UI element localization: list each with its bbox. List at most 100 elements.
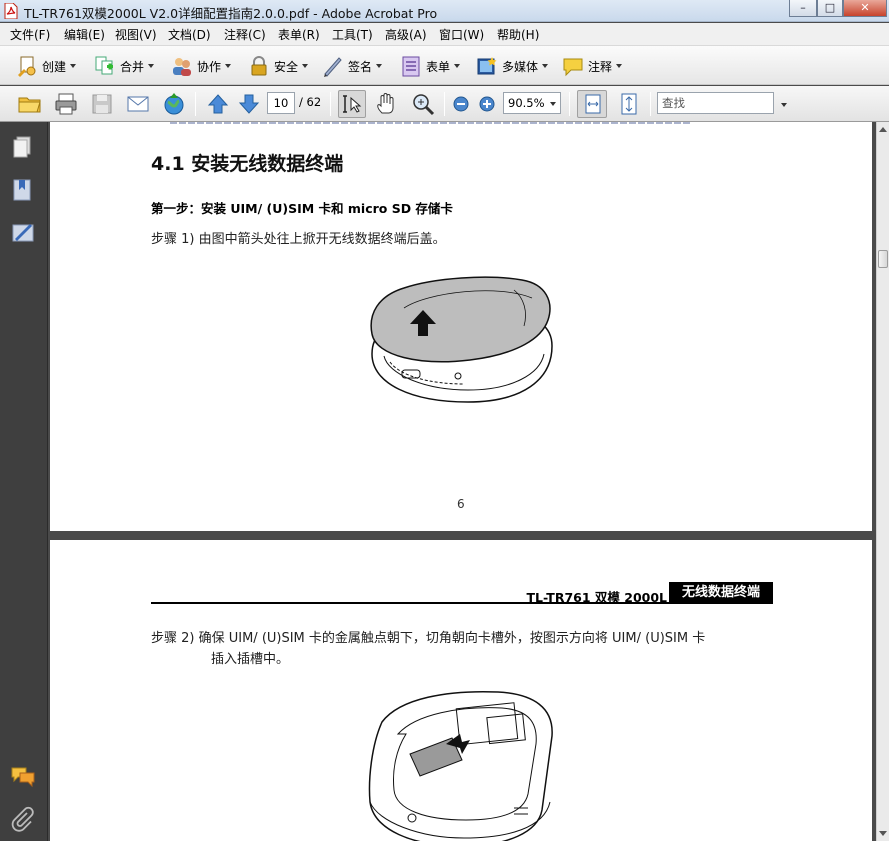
print-icon[interactable] xyxy=(53,91,79,117)
chevron-down-icon xyxy=(225,64,232,68)
find-input[interactable]: 查找 xyxy=(657,92,774,114)
close-button[interactable]: ✕ xyxy=(843,0,887,17)
web-icon[interactable] xyxy=(161,91,187,117)
chevron-down-icon xyxy=(148,64,155,68)
forms-icon xyxy=(402,56,420,77)
chevron-down-icon xyxy=(550,102,556,106)
minimize-button[interactable]: – xyxy=(789,0,817,17)
signatures-panel-icon[interactable] xyxy=(10,220,36,246)
task-toolbar: 创建 合并 协作 安全 签名 表单 多媒体 注释 xyxy=(0,45,889,85)
email-icon[interactable] xyxy=(125,91,151,117)
menu-file[interactable]: 文件(F) xyxy=(10,26,50,43)
page-down-icon[interactable] xyxy=(236,91,262,117)
zoom-level-select[interactable]: 90.5% xyxy=(503,92,561,114)
menu-tools[interactable]: 工具(T) xyxy=(332,26,373,43)
chevron-down-icon xyxy=(70,64,77,68)
create-label: 创建 xyxy=(42,59,67,74)
collaborate-button[interactable]: 协作 xyxy=(171,52,232,80)
combine-button[interactable]: 合并 xyxy=(94,52,155,80)
window-title: TL-TR761双模2000L V2.0详细配置指南2.0.0.pdf - Ad… xyxy=(24,6,438,21)
fit-page-icon[interactable] xyxy=(616,91,642,117)
chevron-down-icon xyxy=(302,64,309,68)
hand-tool-icon[interactable] xyxy=(374,91,400,117)
secure-button[interactable]: 安全 xyxy=(248,52,309,80)
chevron-down-icon xyxy=(454,64,461,68)
menu-bar: 文件(F) 编辑(E) 视图(V) 文档(D) 注释(C) 表单(R) 工具(T… xyxy=(0,23,889,45)
menu-view[interactable]: 视图(V) xyxy=(115,26,157,43)
multimedia-button[interactable]: 多媒体 xyxy=(476,52,549,80)
secure-lock-icon xyxy=(251,56,267,76)
vertical-scrollbar[interactable] xyxy=(876,122,889,841)
menu-advanced[interactable]: 高级(A) xyxy=(385,26,427,43)
device-cover-illustration xyxy=(370,276,553,403)
navigation-toolbar: 10 / 62 90.5% 查找 xyxy=(0,86,889,122)
toolbar-separator xyxy=(195,92,196,116)
multimedia-icon xyxy=(477,57,497,75)
zoom-level-value: 90.5% xyxy=(508,96,545,110)
page-up-icon[interactable] xyxy=(205,91,231,117)
secure-label: 安全 xyxy=(274,59,299,74)
menu-forms[interactable]: 表单(R) xyxy=(278,26,320,43)
restore-icon: □ xyxy=(824,1,836,14)
scrollbar-thumb[interactable] xyxy=(878,250,888,268)
find-options-chevron-icon[interactable] xyxy=(781,103,787,107)
pdf-page-7: TL-TR761 双模 2000L 无线数据终端 步骤 2) 确保 UIM/ (… xyxy=(50,540,872,841)
attachments-panel-icon[interactable] xyxy=(10,806,36,832)
window-title-bar: TL-TR761双模2000L V2.0详细配置指南2.0.0.pdf - Ad… xyxy=(0,0,889,22)
header-rule xyxy=(151,602,773,604)
page-count: / 62 xyxy=(299,95,322,109)
collaborate-icon xyxy=(173,58,191,76)
header-section-tag: 无线数据终端 xyxy=(669,582,773,604)
sign-button[interactable]: 签名 xyxy=(322,52,383,80)
menu-window[interactable]: 窗口(W) xyxy=(439,26,484,43)
toolbar-separator xyxy=(444,92,445,116)
marquee-zoom-icon[interactable] xyxy=(410,91,436,117)
page-number-input[interactable]: 10 xyxy=(267,92,295,114)
navigation-panel xyxy=(0,122,48,841)
toolbar-separator xyxy=(569,92,570,116)
sim-insert-illustration xyxy=(368,690,553,841)
multimedia-label: 多媒体 xyxy=(502,59,539,74)
comment-button[interactable]: 注释 xyxy=(562,52,623,80)
comment-icon xyxy=(563,58,583,77)
toolbar-separator xyxy=(650,92,651,116)
section-heading: 4.1 安装无线数据终端 xyxy=(151,153,344,175)
save-icon[interactable] xyxy=(89,91,115,117)
bookmarks-panel-icon[interactable] xyxy=(10,177,36,203)
minimize-icon: – xyxy=(800,1,806,14)
menu-document[interactable]: 文档(D) xyxy=(168,26,211,43)
select-text-icon xyxy=(343,95,362,113)
forms-button[interactable]: 表单 xyxy=(400,52,461,80)
step-1-text: 步骤 1) 由图中箭头处往上掀开无线数据终端后盖。 xyxy=(151,232,446,247)
combine-icon xyxy=(95,56,113,75)
pages-panel-icon[interactable] xyxy=(10,134,36,160)
toolbar-separator xyxy=(330,92,331,116)
scroll-up-arrow-icon[interactable] xyxy=(879,127,887,132)
create-button[interactable]: 创建 xyxy=(16,52,77,80)
create-icon xyxy=(18,56,36,77)
step-title: 第一步：安装 UIM/ (U)SIM 卡和 micro SD 存储卡 xyxy=(151,201,453,216)
page-number: 6 xyxy=(457,497,465,511)
close-icon: ✕ xyxy=(860,1,870,14)
chevron-down-icon xyxy=(616,64,623,68)
menu-help[interactable]: 帮助(H) xyxy=(497,26,539,43)
menu-edit[interactable]: 编辑(E) xyxy=(64,26,105,43)
collaborate-label: 协作 xyxy=(197,59,222,74)
step-2-text-line-2: 插入插槽中。 xyxy=(211,652,290,667)
pdf-file-icon xyxy=(4,3,18,19)
scroll-down-arrow-icon[interactable] xyxy=(879,831,887,836)
zoom-out-icon[interactable] xyxy=(453,96,469,112)
document-view[interactable]: 4.1 安装无线数据终端 第一步：安装 UIM/ (U)SIM 卡和 micro… xyxy=(48,122,876,841)
restore-button[interactable]: □ xyxy=(817,0,843,17)
select-tool-button[interactable] xyxy=(338,90,366,118)
menu-comments[interactable]: 注释(C) xyxy=(224,26,266,43)
chevron-down-icon xyxy=(542,64,549,68)
comment-label: 注释 xyxy=(588,59,613,74)
comments-panel-icon[interactable] xyxy=(10,763,36,789)
open-folder-icon[interactable] xyxy=(17,91,43,117)
zoom-in-icon[interactable] xyxy=(479,96,495,112)
fit-width-icon xyxy=(585,94,601,114)
cutoff-text-line xyxy=(170,122,690,124)
fit-width-button[interactable] xyxy=(577,90,607,118)
sign-pen-icon xyxy=(324,57,342,77)
